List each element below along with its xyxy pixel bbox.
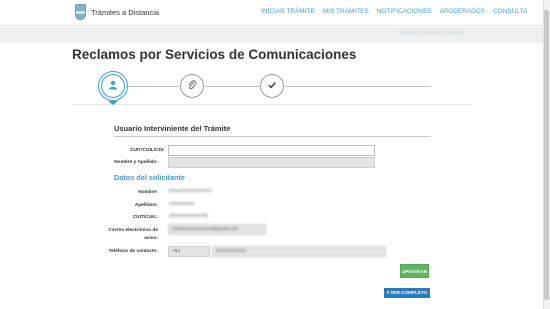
section-title-usuario: Usuario Interviniente del Trámite [114, 124, 231, 133]
nav-apoderados[interactable]: APODERADOS [440, 8, 485, 15]
email-label-line-2: aviso: [144, 236, 158, 241]
nav-iniciar-tramite[interactable]: INICIAR TRÁMITE [261, 8, 315, 15]
nav-consulta[interactable]: CONSULTA [493, 8, 527, 15]
step-confirmar[interactable] [260, 74, 284, 98]
brand-name: Trámites a Distancia [91, 7, 160, 17]
update-button[interactable]: UPDATEAR [400, 264, 429, 278]
scrollbar[interactable] [543, 0, 550, 309]
checkmark-icon [267, 80, 277, 93]
nav-notificaciones[interactable]: NOTIFICACIONES [377, 8, 432, 15]
step-connector [285, 86, 431, 87]
email-input: eduaxxxxxxxxxxxx@gmail.com [168, 224, 266, 235]
email-label: Correo electrónico de aviso: [108, 228, 158, 241]
step-connector [126, 86, 179, 87]
brand[interactable]: Trámites a Distancia [75, 4, 159, 20]
active-step-pointer [108, 101, 118, 105]
ver-completo-button[interactable]: ▾ VER COMPLETO [384, 288, 430, 298]
section-title-solicitante: Datos del solicitante [114, 173, 185, 182]
section-divider [114, 136, 431, 137]
argentina-shield-icon [75, 4, 86, 20]
user-menu[interactable]: XXXXXXX XXXXXXX XXXXXXX [398, 30, 464, 35]
cuit-solicitante-label: CUIT/CUIL: [132, 215, 158, 220]
nombre-apellido-input [168, 157, 375, 168]
user-icon [108, 80, 118, 93]
nombre-value: EDUARXXXXXXXX [169, 189, 212, 194]
stepper-baseline [73, 104, 471, 105]
step-datos[interactable] [101, 74, 125, 98]
cuit-input[interactable] [168, 145, 375, 156]
main-nav: INICIAR TRÁMITE MIS TRÁMITES NOTIFICACIO… [261, 8, 527, 15]
scrollbar-thumb[interactable] [544, 10, 549, 300]
cuit-solicitante-value: 20XXXXXXXX786 [169, 214, 208, 219]
paperclip-icon [187, 79, 197, 93]
phone-number-input: 3424XXXXXX [212, 246, 386, 257]
phone-code-input: +54 [168, 246, 210, 257]
step-adjuntos[interactable] [180, 74, 204, 98]
telefono-label: Teléfono de contacto: [108, 249, 158, 254]
nombre-label: Nombre: [138, 190, 158, 195]
step-connector [205, 86, 260, 87]
nombre-apellido-label: Nombre y Apellido: [114, 160, 158, 165]
nav-mis-tramites[interactable]: MIS TRÁMITES [323, 8, 369, 15]
apellidos-value: ARXXXXXX [169, 202, 195, 207]
apellidos-label: Apellidos: [134, 203, 158, 208]
cuit-label: CUIT/CUIL/CDI: [130, 148, 165, 153]
top-navbar: Trámites a Distancia INICIAR TRÁMITE MIS… [0, 0, 550, 26]
email-label-line-1: Correo electrónico de [108, 228, 158, 233]
page-title: Reclamos por Servicios de Comunicaciones [72, 47, 357, 62]
